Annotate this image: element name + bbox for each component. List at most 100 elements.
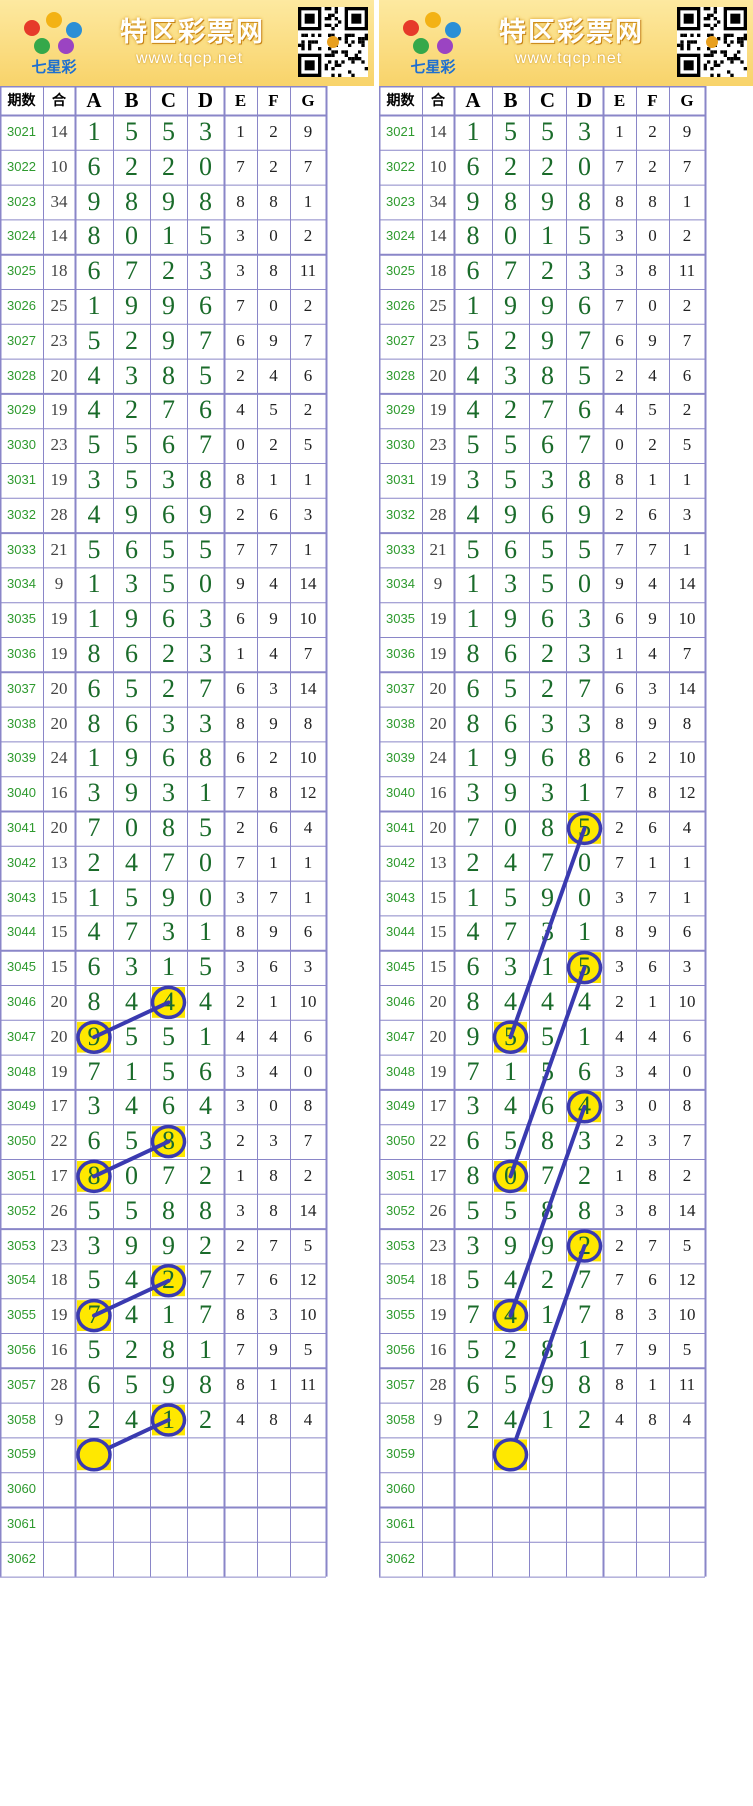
extra-cell: 4 <box>269 644 278 663</box>
digit-cell: 4 <box>125 1265 138 1295</box>
sum-cell: 15 <box>429 922 447 942</box>
digit-cell: 3 <box>578 1126 591 1156</box>
period-cell: 3058 <box>386 1411 415 1427</box>
digit-cell: 9 <box>87 186 101 216</box>
extra-cell: 7 <box>615 296 624 315</box>
digit-cell: 1 <box>578 917 591 947</box>
digit-cell: 2 <box>125 151 138 181</box>
period-cell: 3047 <box>7 1028 36 1044</box>
digit-cell: 2 <box>504 325 517 355</box>
digit-cell: 4 <box>504 1091 517 1121</box>
extra-cell: 2 <box>236 365 245 385</box>
extra-cell: 11 <box>299 1374 317 1394</box>
digit-cell: 5 <box>199 534 212 564</box>
sum-cell: 19 <box>429 1061 447 1081</box>
extra-cell: 4 <box>615 400 624 420</box>
digit-cell: 1 <box>162 221 175 251</box>
digit-cell: 6 <box>162 430 175 460</box>
extra-cell: 8 <box>615 713 624 733</box>
qr-code-icon <box>298 7 368 77</box>
digit-cell: 1 <box>162 1300 175 1330</box>
extra-cell: 4 <box>648 574 657 594</box>
digit-cell: 1 <box>87 743 101 773</box>
sum-cell: 22 <box>50 1131 68 1151</box>
sum-cell: 19 <box>429 400 447 420</box>
digit-cell: 1 <box>199 778 212 808</box>
digit-cell: 2 <box>199 1161 212 1190</box>
digit-cell: 7 <box>199 1300 212 1330</box>
digit-cell: 5 <box>125 465 138 494</box>
digit-cell: 2 <box>125 395 138 425</box>
column-header: B <box>124 88 139 112</box>
sum-cell: 22 <box>429 1131 447 1151</box>
digit-cell: 4 <box>466 917 480 947</box>
extra-cell: 1 <box>615 122 624 141</box>
sum-cell: 23 <box>50 435 68 455</box>
extra-cell: 7 <box>682 644 692 663</box>
extra-cell: 1 <box>682 887 692 907</box>
digit-cell: 5 <box>504 673 517 703</box>
extra-cell: 3 <box>615 1061 624 1081</box>
digit-cell: 8 <box>578 743 591 773</box>
digit-cell: 9 <box>162 882 175 912</box>
digit-cell: 6 <box>87 256 101 286</box>
digit-cell: 1 <box>578 1335 591 1364</box>
sum-cell: 20 <box>429 992 447 1011</box>
digit-cell: 6 <box>466 256 480 286</box>
period-cell: 3030 <box>7 437 36 453</box>
digit-cell: 5 <box>162 569 175 599</box>
extra-cell: 6 <box>269 504 278 524</box>
sum-cell: 19 <box>50 609 68 629</box>
extra-cell: 2 <box>682 400 692 420</box>
sum-cell <box>422 1507 454 1542</box>
sum-cell: 34 <box>50 191 68 211</box>
digit-cell: 3 <box>541 465 554 494</box>
digit-cell: 9 <box>125 743 138 773</box>
extra-cell <box>257 1472 290 1507</box>
digit-cell: 2 <box>541 151 554 181</box>
extra-cell: 12 <box>299 783 317 803</box>
digit-cell: 2 <box>87 847 101 877</box>
period-cell: 3025 <box>7 263 36 279</box>
digit-cell: 5 <box>578 534 591 564</box>
digit-cell: 6 <box>199 291 212 320</box>
sum-cell: 20 <box>50 365 68 385</box>
digit-cell <box>113 1542 150 1577</box>
digit-cell: 4 <box>578 1091 591 1121</box>
period-cell: 3052 <box>386 1202 415 1218</box>
digit-cell: 9 <box>504 1230 517 1260</box>
extra-cell: 11 <box>678 1374 696 1394</box>
column-header: 期数 <box>386 92 415 108</box>
site-url: www.tqcp.net <box>515 50 623 67</box>
digit-cell: 4 <box>125 1091 138 1121</box>
sum-cell: 10 <box>429 156 447 176</box>
extra-cell: 7 <box>303 644 313 663</box>
digit-cell: 4 <box>87 395 101 425</box>
extra-cell <box>636 1472 669 1507</box>
extra-cell: 3 <box>236 226 245 246</box>
digit-cell: 4 <box>466 499 480 529</box>
period-cell: 3043 <box>7 889 36 905</box>
digit-cell: 8 <box>466 708 480 738</box>
column-header: 合 <box>431 92 445 108</box>
digit-cell: 7 <box>578 325 591 355</box>
extra-cell: 6 <box>303 365 313 385</box>
digit-cell: 5 <box>504 882 517 912</box>
period-cell: 3021 <box>386 124 415 139</box>
extra-cell: 11 <box>299 261 317 281</box>
extra-cell: 12 <box>299 1270 317 1290</box>
period-cell: 3026 <box>7 298 36 313</box>
extra-cell: 4 <box>236 1026 245 1046</box>
extra-cell: 7 <box>303 156 313 176</box>
sum-cell: 20 <box>429 818 447 837</box>
extra-cell: 4 <box>269 1026 278 1046</box>
extra-cell: 7 <box>236 1340 245 1359</box>
digit-cell: 7 <box>87 1300 101 1330</box>
extra-cell: 5 <box>682 1340 692 1359</box>
period-cell: 3039 <box>386 750 415 766</box>
extra-cell <box>290 1472 326 1507</box>
extra-cell: 14 <box>678 678 696 698</box>
extra-cell: 3 <box>236 1061 245 1081</box>
column-header: D <box>197 88 214 112</box>
period-cell: 3060 <box>386 1481 415 1497</box>
